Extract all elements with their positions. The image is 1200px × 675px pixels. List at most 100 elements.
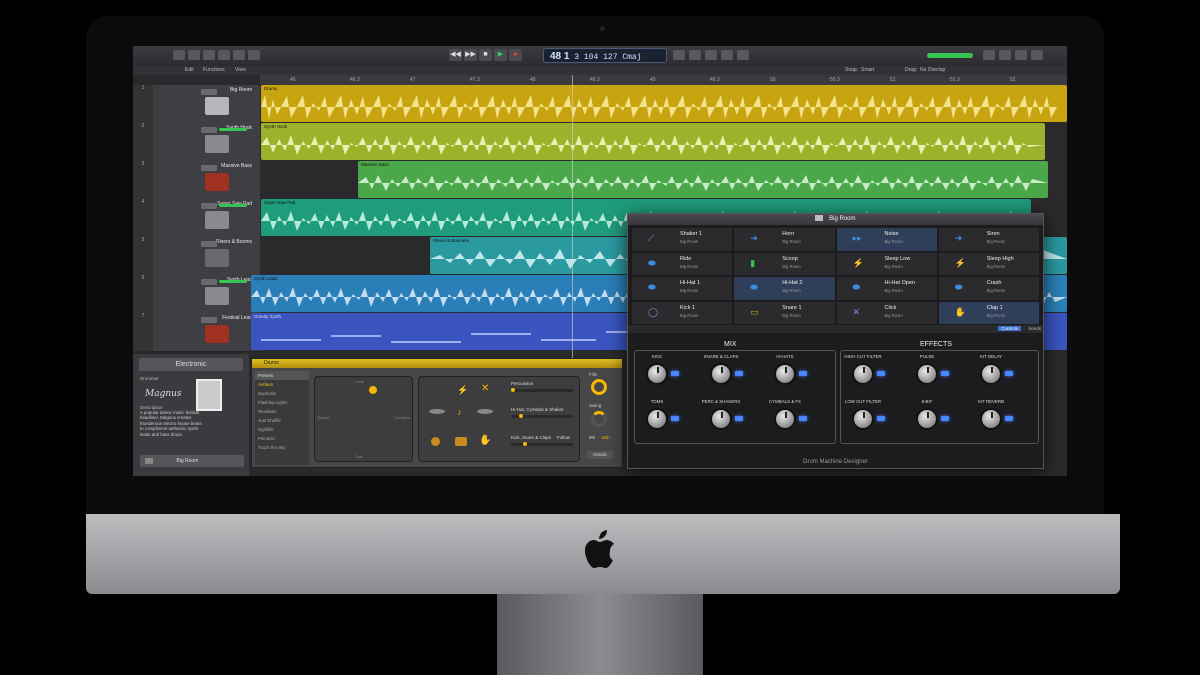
shaker-cross-icon[interactable]: ✕ — [481, 383, 490, 394]
volume-fader[interactable] — [219, 204, 247, 207]
library-genre-header[interactable]: Electronic — [139, 358, 243, 371]
track-header-massive-bass[interactable]: Massive Bass — [153, 161, 260, 200]
loop-browser-button[interactable] — [1015, 50, 1027, 60]
dmd-title-bar[interactable]: Big Room — [628, 214, 1043, 225]
snap-menu[interactable]: Smart — [861, 67, 874, 73]
mute-solo-buttons[interactable] — [201, 203, 217, 209]
view-menu[interactable]: View — [235, 67, 246, 73]
hihat-slider-thumb[interactable] — [519, 414, 523, 418]
kick-knob[interactable] — [646, 363, 668, 385]
master-volume-slider[interactable] — [927, 53, 973, 58]
high-cut-filter-knob[interactable] — [852, 363, 874, 385]
snare-mute-button[interactable] — [735, 371, 743, 376]
library-button[interactable] — [173, 50, 185, 60]
toolbar-button[interactable] — [218, 50, 230, 60]
percussion-slider-thumb[interactable] — [511, 388, 515, 392]
pulse-toggle[interactable] — [941, 371, 949, 376]
tab-controls[interactable]: Controls — [998, 326, 1021, 331]
drummer-avatar[interactable] — [196, 379, 222, 411]
hihat-icon[interactable] — [429, 409, 445, 414]
track-header-festival-lead[interactable]: Festival Lead — [153, 313, 260, 352]
preset-item[interactable]: Pinnacle — [255, 434, 309, 443]
volume-fader[interactable] — [219, 128, 247, 131]
stop-button[interactable]: ■ — [479, 49, 492, 61]
pad-horn[interactable]: ➜ Horn Big Room — [734, 228, 835, 251]
follow-toggle[interactable]: Follow — [557, 435, 570, 440]
toms-knob[interactable] — [646, 408, 668, 430]
pad-click[interactable]: ✕ Click Big Room — [836, 301, 937, 324]
solo-button[interactable] — [705, 50, 717, 60]
drag-menu[interactable]: No Overlap — [920, 67, 945, 73]
perc-shakers-knob[interactable] — [710, 408, 732, 430]
pad-hihat-2[interactable]: ⬬ Hi-Hat 2 Big Room — [734, 277, 835, 300]
clap-icon[interactable]: ✋ — [479, 435, 491, 446]
kick-mute-button[interactable] — [671, 371, 679, 376]
track-header-super-saw-pad[interactable]: Super Saw Pad — [153, 199, 260, 238]
edit-menu[interactable]: Edit — [185, 67, 194, 73]
play-button[interactable]: ▶ — [494, 49, 507, 61]
volume-fader[interactable] — [219, 280, 247, 283]
region-drums[interactable]: Drums — [261, 85, 1067, 122]
playhead[interactable] — [572, 75, 573, 375]
cymbals-mute-button[interactable] — [799, 416, 807, 421]
replace-button[interactable] — [673, 50, 685, 60]
hihats-knob[interactable] — [774, 363, 796, 385]
region-synth-hook[interactable]: Synth Hook — [261, 123, 1045, 160]
8-bit-knob[interactable] — [916, 408, 938, 430]
percussion-slider[interactable] — [511, 389, 573, 392]
swing-knob[interactable] — [591, 411, 607, 427]
mute-solo-buttons[interactable] — [201, 127, 217, 133]
lcd-display[interactable]: 48 1 3 104 127 Cmaj — [543, 48, 667, 63]
tuner-button[interactable] — [689, 50, 701, 60]
pad-noise[interactable]: ▸▸ Noise Big Room — [836, 228, 937, 251]
swing-16th[interactable]: 16th — [601, 435, 610, 440]
mute-solo-buttons[interactable] — [201, 165, 217, 171]
rewind-button[interactable]: ◀◀ — [449, 49, 462, 61]
mute-solo-buttons[interactable] — [201, 317, 217, 323]
pad-ride[interactable]: ⬬ Ride Big Room — [632, 252, 733, 275]
pad-snare-1[interactable]: ▭ Snare 1 Big Room — [734, 301, 835, 324]
pad-sleep-high[interactable]: ⚡ Sleep High Big Room — [938, 252, 1039, 275]
pad-hihat-open[interactable]: ⬬ Hi-Hat Open Big Room — [836, 277, 937, 300]
pad-hihat-1[interactable]: ⬬ Hi-Hat 1 Big Room — [632, 277, 733, 300]
tambourine-icon[interactable]: ♪ — [457, 407, 466, 417]
mute-solo-buttons[interactable] — [201, 89, 217, 95]
pad-crash[interactable]: ⬬ Crash Big Room — [938, 277, 1039, 300]
low-cut-filter-knob[interactable] — [852, 408, 874, 430]
metronome-button[interactable] — [737, 50, 749, 60]
kit-delay-knob[interactable] — [980, 363, 1002, 385]
notepad-button[interactable] — [999, 50, 1011, 60]
forward-button[interactable]: ▶▶ — [464, 49, 477, 61]
cymbals-fx-knob[interactable] — [774, 408, 796, 430]
pad-sleep-low[interactable]: ⚡ Sleep Low Big Room — [836, 252, 937, 275]
pad-clap-1[interactable]: ✋ Clap 1 Big Room — [938, 301, 1039, 324]
preset-item[interactable]: Euphoria — [255, 389, 309, 398]
hihats-mute-button[interactable] — [799, 371, 807, 376]
smart-controls-button[interactable] — [233, 50, 245, 60]
track-header-risers-booms[interactable]: Risers & Booms — [153, 237, 260, 276]
kick-icon[interactable] — [431, 437, 440, 446]
cymbal-icon[interactable] — [477, 409, 493, 414]
preset-item[interactable]: Just Shuffle — [255, 416, 309, 425]
low-cut-toggle[interactable] — [877, 416, 885, 421]
pad-kick-1[interactable]: ◯ Kick 1 Big Room — [632, 301, 733, 324]
preset-item[interactable]: Nightlife — [255, 425, 309, 434]
pulse-knob[interactable] — [916, 363, 938, 385]
pad-scoop[interactable]: ▮ Scoop Big Room — [734, 252, 835, 275]
8-bit-toggle[interactable] — [941, 416, 949, 421]
preset-item[interactable]: Revelator — [255, 407, 309, 416]
region-massive-bass[interactable]: Massive Bass — [358, 161, 1048, 198]
perc-mute-button[interactable] — [735, 416, 743, 421]
pad-shaker-1[interactable]: ⟋ Shaker 1 Big Room — [632, 228, 733, 251]
presets-header[interactable]: Presets — [255, 371, 309, 380]
preset-item[interactable]: Flashing Lights — [255, 398, 309, 407]
inspector-button[interactable] — [188, 50, 200, 60]
library-patch-bar[interactable]: Big Room — [140, 455, 244, 467]
loud-soft-simple-complex-pad[interactable]: Loud Soft Simple Complex — [314, 376, 413, 462]
mixer-button[interactable] — [248, 50, 260, 60]
toms-mute-button[interactable] — [671, 416, 679, 421]
lightning-icon[interactable]: ⚡ — [457, 385, 468, 395]
preset-item[interactable]: Touch the Sky — [255, 443, 309, 452]
track-header-synth-hook[interactable]: Synth Hook — [153, 123, 260, 162]
timeline-ruler[interactable]: 46 46.3 47 47.3 48 48.3 49 49.3 50 50.3 … — [260, 75, 1067, 85]
